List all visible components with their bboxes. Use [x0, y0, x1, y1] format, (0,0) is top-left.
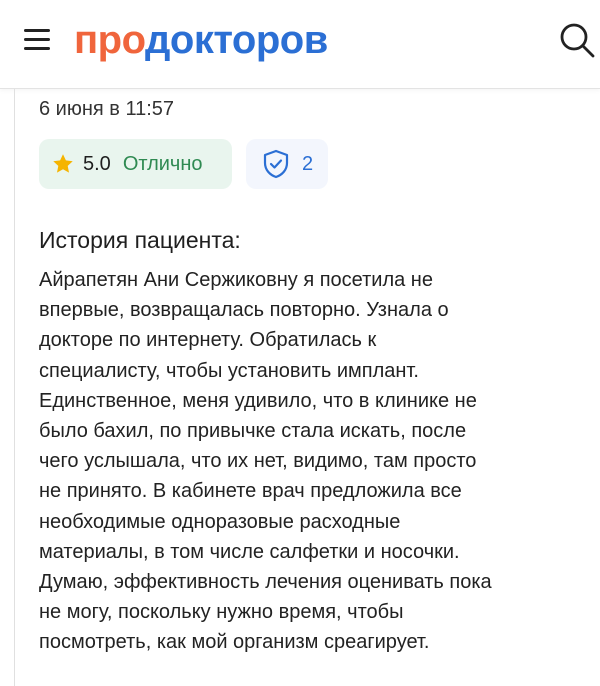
- review-divider: [14, 89, 15, 686]
- verified-badge[interactable]: 2: [246, 139, 328, 189]
- review-text-line: впервые, возвращалась повторно. Узнала о: [39, 299, 449, 322]
- review-text-line: специалисту, чтобы установить имплант.: [39, 359, 419, 382]
- hamburger-icon-line: [24, 29, 50, 32]
- search-button[interactable]: [557, 20, 597, 60]
- star-icon: [53, 154, 73, 173]
- review-text-line: было бахил, по привычке стала искать, по…: [39, 420, 467, 443]
- hamburger-icon-line: [24, 47, 50, 50]
- top-header: продокторов: [0, 0, 600, 89]
- review-text-line: не принято. В кабинете врач предложила в…: [39, 480, 462, 503]
- review-card: 6 июня в 11:57 5.0 Отлично 2 История пац…: [0, 89, 600, 686]
- verified-count: 2: [302, 152, 314, 175]
- section-title: История пациента:: [39, 227, 241, 253]
- menu-button[interactable]: [22, 24, 54, 56]
- review-text-line: Айрапетян Ани Сержиковну я посетила не: [39, 269, 433, 291]
- review-date: 6 июня в 11:57: [39, 98, 175, 120]
- search-icon: [560, 23, 595, 58]
- hamburger-icon-line: [24, 38, 50, 41]
- review-text-line: не могу, поскольку нужно время, чтобы: [39, 601, 404, 624]
- review-text: Айрапетян Ани Сержиковну я посетила не в…: [39, 265, 579, 658]
- review-text-line: докторе по интернету. Обратилась к: [39, 329, 377, 352]
- rating-value: 5.0: [83, 152, 111, 175]
- rating-badge[interactable]: 5.0 Отлично: [39, 139, 232, 189]
- site-logo[interactable]: продокторов: [74, 14, 328, 66]
- review-text-line: Единственное, меня удивило, что в клиник…: [39, 389, 477, 412]
- rating-label: Отлично: [122, 152, 203, 175]
- review-text-line: необходимые одноразовые расходные: [39, 510, 401, 533]
- review-text-line: посмотреть, как мой организм среагирует.: [39, 631, 430, 654]
- review-text-line: чего услышала, что их нет, видимо, там п…: [39, 450, 477, 473]
- shield-check-icon: [263, 149, 289, 179]
- logo-part-doktorov: докторов: [145, 18, 328, 62]
- review-text-line: материалы, в том числе салфетки и носочк…: [39, 540, 460, 563]
- logo-part-pro: про: [74, 18, 146, 62]
- review-text-line: Думаю, эффективность лечения оценивать п…: [39, 571, 492, 594]
